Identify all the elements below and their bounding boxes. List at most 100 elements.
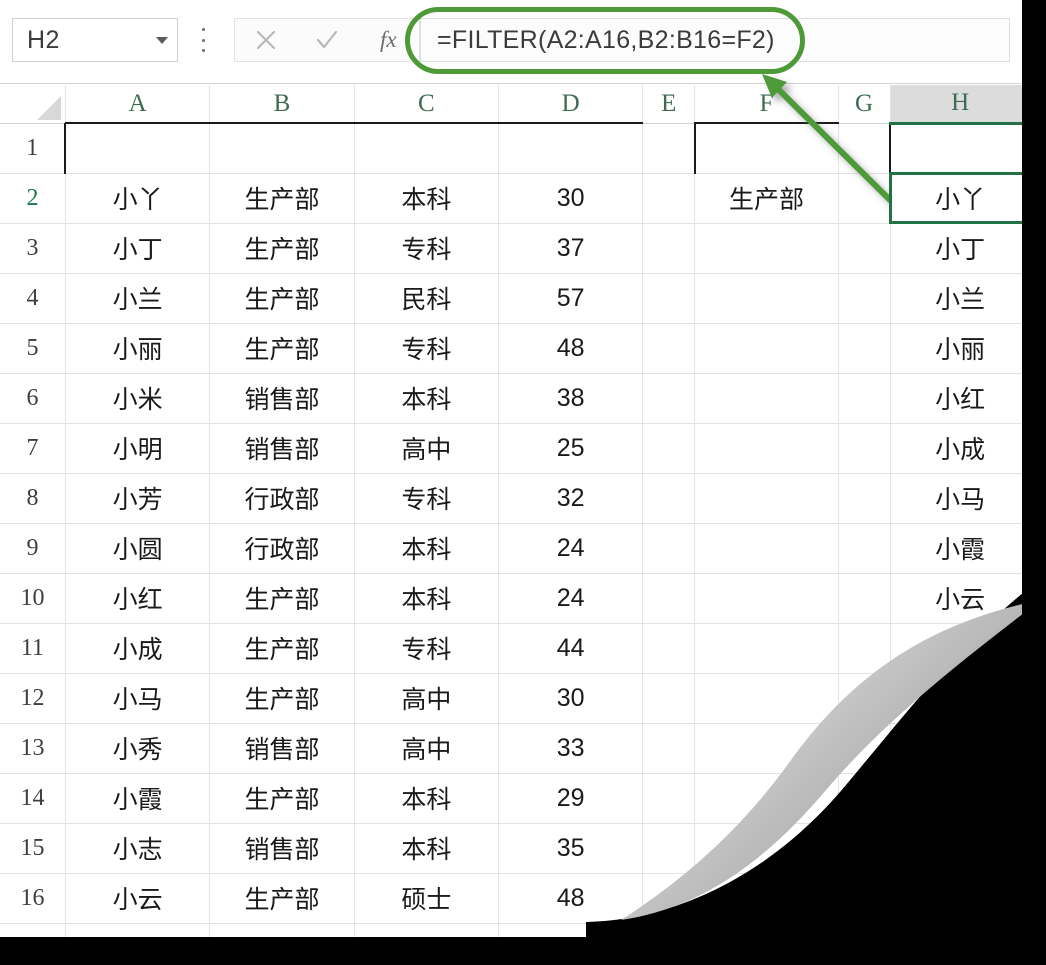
cell-b7[interactable]: 销售部: [209, 422, 355, 474]
cell-g8[interactable]: [838, 473, 891, 524]
cell-g2[interactable]: [838, 173, 891, 224]
cell-b16[interactable]: 生产部: [209, 872, 355, 924]
select-all-button[interactable]: [0, 85, 66, 124]
cell-e11[interactable]: [642, 623, 696, 674]
cell-d16[interactable]: 48: [497, 872, 644, 924]
row-header-10[interactable]: 10: [0, 573, 66, 624]
cell-d9[interactable]: 24: [497, 522, 644, 574]
cell-f11[interactable]: [694, 623, 839, 674]
cell-f3[interactable]: [694, 223, 839, 274]
cell-g12[interactable]: [838, 673, 891, 724]
cell-d12[interactable]: 30: [497, 672, 644, 724]
cell-d7[interactable]: 25: [497, 422, 644, 474]
cell-d17[interactable]: [498, 923, 644, 937]
cell-e8[interactable]: [642, 473, 696, 524]
cell-g3[interactable]: [838, 223, 891, 274]
more-options-icon[interactable]: [196, 24, 210, 56]
cell-h6-spill[interactable]: 小红: [889, 372, 1022, 424]
cell-c11[interactable]: 专科: [353, 622, 500, 674]
row-header-1[interactable]: 1: [0, 123, 66, 174]
cell-b15[interactable]: 销售部: [209, 822, 355, 874]
cell-h17[interactable]: [890, 923, 1022, 937]
cell-a17[interactable]: [65, 923, 211, 937]
cell-a10[interactable]: 小红: [64, 572, 211, 624]
cell-g11[interactable]: [838, 623, 891, 674]
name-box-dropdown[interactable]: [147, 36, 177, 44]
column-header-g[interactable]: G: [838, 85, 891, 124]
cell-f7[interactable]: [694, 423, 839, 474]
cell-a9[interactable]: 小圆: [64, 522, 211, 574]
cell-b11[interactable]: 生产部: [209, 622, 355, 674]
column-header-e[interactable]: E: [642, 85, 696, 124]
cell-f5[interactable]: [694, 323, 839, 374]
row-header-2[interactable]: 2: [0, 173, 66, 224]
cell-e14[interactable]: [642, 773, 696, 824]
cell-a15[interactable]: 小志: [64, 822, 211, 874]
row-header-17[interactable]: [0, 923, 66, 937]
cell-b14[interactable]: 生产部: [209, 772, 355, 824]
column-header-c[interactable]: C: [354, 85, 500, 124]
cell-a13[interactable]: 小秀: [64, 722, 211, 774]
criteria-value-cell[interactable]: 生产部: [694, 172, 839, 224]
cell-d14[interactable]: 29: [497, 772, 644, 824]
cell-g10[interactable]: [838, 573, 891, 624]
cell-h11[interactable]: [890, 623, 1022, 674]
cell-b3[interactable]: 生产部: [209, 222, 355, 274]
cell-c12[interactable]: 高中: [353, 672, 500, 724]
cell-c10[interactable]: 本科: [353, 572, 500, 624]
fx-icon[interactable]: fx: [364, 19, 412, 61]
cell-h3-spill[interactable]: 小丁: [889, 222, 1022, 274]
cell-a3[interactable]: 小丁: [64, 222, 211, 274]
row-header-3[interactable]: 3: [0, 223, 66, 274]
cell-h13[interactable]: [890, 723, 1022, 774]
cell-h16[interactable]: [890, 873, 1022, 924]
cell-c3[interactable]: 专科: [353, 222, 500, 274]
cell-h10-spill[interactable]: 小云: [889, 572, 1022, 624]
cell-c2[interactable]: 本科: [353, 172, 500, 224]
cell-e4[interactable]: [642, 273, 696, 324]
cell-b5[interactable]: 生产部: [209, 322, 355, 374]
cell-a16[interactable]: 小云: [64, 872, 211, 924]
cell-e16[interactable]: [642, 873, 696, 924]
cell-b2[interactable]: 生产部: [209, 172, 355, 224]
column-header-a[interactable]: A: [65, 85, 211, 124]
cell-g6[interactable]: [838, 373, 891, 424]
row-header-14[interactable]: 14: [0, 773, 66, 824]
cell-c13[interactable]: 高中: [353, 722, 500, 774]
cell-f14[interactable]: [694, 773, 839, 824]
row-header-5[interactable]: 5: [0, 323, 66, 374]
cell-d15[interactable]: 35: [497, 822, 644, 874]
cell-d13[interactable]: 33: [497, 722, 644, 774]
cell-g7[interactable]: [838, 423, 891, 474]
cell-g4[interactable]: [838, 273, 891, 324]
column-header-h[interactable]: H: [890, 85, 1022, 125]
cell-f10[interactable]: [694, 573, 839, 624]
cell-g14[interactable]: [838, 773, 891, 824]
cell-a5[interactable]: 小丽: [64, 322, 211, 374]
cell-d6[interactable]: 38: [497, 372, 644, 424]
cell-e9[interactable]: [642, 523, 696, 574]
cell-b13[interactable]: 销售部: [209, 722, 355, 774]
cell-e13[interactable]: [642, 723, 696, 774]
cell-c5[interactable]: 专科: [353, 322, 500, 374]
cell-f6[interactable]: [694, 373, 839, 424]
column-header-d[interactable]: D: [498, 85, 644, 124]
cell-e2[interactable]: [642, 173, 696, 224]
cell-g15[interactable]: [838, 823, 891, 874]
cell-b17[interactable]: [209, 923, 355, 937]
cell-g13[interactable]: [838, 723, 891, 774]
cell-h5-spill[interactable]: 小丽: [889, 322, 1022, 374]
close-icon[interactable]: [242, 19, 290, 61]
cell-a2[interactable]: 小丫: [64, 172, 211, 224]
row-header-9[interactable]: 9: [0, 523, 66, 574]
cell-e6[interactable]: [642, 373, 696, 424]
row-header-11[interactable]: 11: [0, 623, 66, 674]
cell-h15[interactable]: [890, 823, 1022, 874]
cell-b6[interactable]: 销售部: [209, 372, 355, 424]
cell-g17[interactable]: [838, 923, 891, 937]
cell-e17[interactable]: [642, 923, 696, 937]
cell-f8[interactable]: [694, 473, 839, 524]
cell-e3[interactable]: [642, 223, 696, 274]
cell-f4[interactable]: [694, 273, 839, 324]
cell-d2[interactable]: 30: [497, 172, 644, 224]
